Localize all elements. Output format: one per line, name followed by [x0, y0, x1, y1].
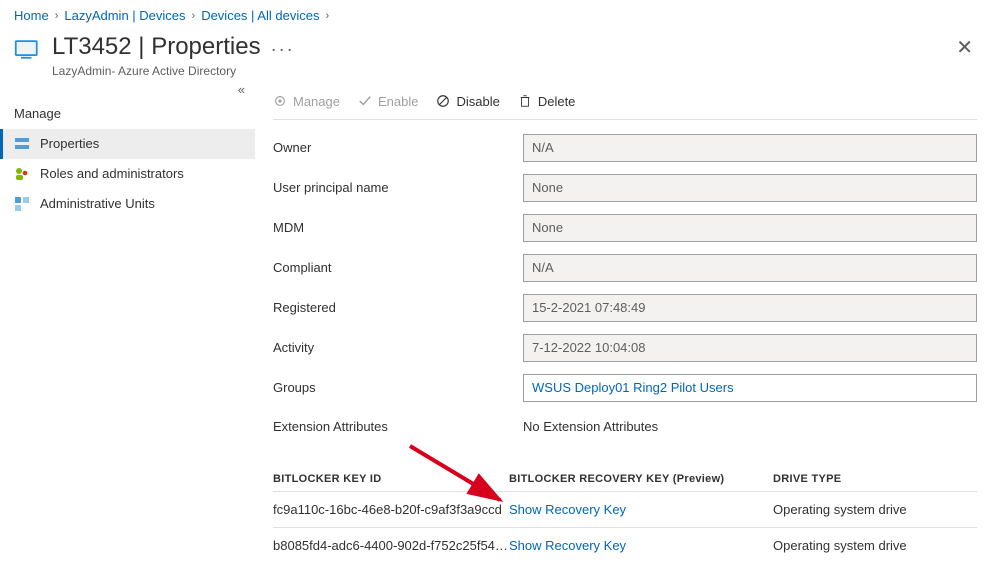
sidebar-item-label: Properties: [40, 136, 99, 151]
collapse-icon[interactable]: «: [238, 82, 245, 97]
label-mdm: MDM: [273, 220, 523, 235]
value-upn: [523, 174, 977, 202]
row-mdm: MDM: [273, 214, 977, 242]
label-compliant: Compliant: [273, 260, 523, 275]
value-owner: [523, 134, 977, 162]
bitlocker-key-id: b8085fd4-adc6-4400-902d-f752c25f54…: [273, 538, 509, 553]
disable-icon: [436, 94, 450, 108]
bitlocker-drive-type: Operating system drive: [773, 538, 977, 553]
crumb-home[interactable]: Home: [14, 8, 49, 23]
bitlocker-header: BITLOCKER KEY ID BITLOCKER RECOVERY KEY …: [273, 473, 977, 491]
value-ext: No Extension Attributes: [523, 414, 977, 439]
sidebar-item-properties[interactable]: Properties: [0, 129, 255, 159]
properties-form: Owner User principal name MDM Compliant …: [273, 120, 977, 563]
admin-units-icon: [14, 196, 30, 212]
breadcrumb: Home › LazyAdmin | Devices › Devices | A…: [0, 0, 991, 27]
value-activity: [523, 334, 977, 362]
chevron-right-icon: ›: [55, 10, 59, 22]
sidebar-section-header: Manage: [0, 88, 255, 129]
show-recovery-key-link[interactable]: Show Recovery Key: [509, 538, 626, 553]
row-owner: Owner: [273, 134, 977, 162]
close-icon[interactable]: ✕: [956, 35, 973, 60]
label-owner: Owner: [273, 140, 523, 155]
row-activity: Activity: [273, 334, 977, 362]
label-ext: Extension Attributes: [273, 419, 523, 434]
trash-icon: [518, 94, 532, 108]
show-recovery-key-link[interactable]: Show Recovery Key: [509, 502, 626, 517]
chevron-right-icon: ›: [192, 10, 196, 22]
value-registered: [523, 294, 977, 322]
gear-icon: [273, 94, 287, 108]
page-header: LT3452 | Properties LazyAdmin- Azure Act…: [0, 27, 991, 82]
page-subtitle: LazyAdmin- Azure Active Directory: [52, 64, 261, 78]
bitlocker-drive-type: Operating system drive: [773, 502, 977, 517]
bitlocker-key-id: fc9a110c-16bc-46e8-b20f-c9af3f3a9ccd: [273, 502, 509, 517]
disable-button[interactable]: Disable: [436, 94, 499, 109]
check-icon: [358, 94, 372, 108]
row-registered: Registered: [273, 294, 977, 322]
chevron-right-icon: ›: [325, 10, 329, 22]
row-compliant: Compliant: [273, 254, 977, 282]
device-icon: [14, 37, 42, 61]
value-groups[interactable]: WSUS Deploy01 Ring2 Pilot Users: [523, 374, 977, 402]
value-compliant: [523, 254, 977, 282]
bitlocker-row: b8085fd4-adc6-4400-902d-f752c25f54… Show…: [273, 527, 977, 563]
col-drive: DRIVE TYPE: [773, 473, 977, 485]
roles-icon: [14, 166, 30, 182]
col-recovery: BITLOCKER RECOVERY KEY (Preview): [509, 473, 773, 485]
sidebar-item-label: Roles and administrators: [40, 166, 184, 181]
enable-button[interactable]: Enable: [358, 94, 418, 109]
main-panel: Manage Enable Disable Delete Owner User …: [255, 82, 991, 563]
more-icon[interactable]: ···: [271, 39, 295, 60]
label-registered: Registered: [273, 300, 523, 315]
properties-icon: [14, 136, 30, 152]
crumb-devices[interactable]: LazyAdmin | Devices: [64, 8, 185, 23]
toolbar: Manage Enable Disable Delete: [273, 88, 977, 120]
sidebar: « Manage Properties Roles and administra…: [0, 82, 255, 563]
label-activity: Activity: [273, 340, 523, 355]
value-mdm: [523, 214, 977, 242]
manage-button[interactable]: Manage: [273, 94, 340, 109]
row-groups: Groups WSUS Deploy01 Ring2 Pilot Users: [273, 374, 977, 402]
sidebar-item-admin-units[interactable]: Administrative Units: [0, 189, 255, 219]
row-upn: User principal name: [273, 174, 977, 202]
row-ext: Extension Attributes No Extension Attrib…: [273, 414, 977, 439]
crumb-alldevices[interactable]: Devices | All devices: [201, 8, 319, 23]
sidebar-item-label: Administrative Units: [40, 196, 155, 211]
page-title: LT3452 | Properties: [52, 33, 261, 62]
label-upn: User principal name: [273, 180, 523, 195]
label-groups: Groups: [273, 380, 523, 395]
delete-button[interactable]: Delete: [518, 94, 576, 109]
sidebar-item-roles[interactable]: Roles and administrators: [0, 159, 255, 189]
bitlocker-row: fc9a110c-16bc-46e8-b20f-c9af3f3a9ccd Sho…: [273, 491, 977, 527]
col-key-id: BITLOCKER KEY ID: [273, 473, 509, 485]
